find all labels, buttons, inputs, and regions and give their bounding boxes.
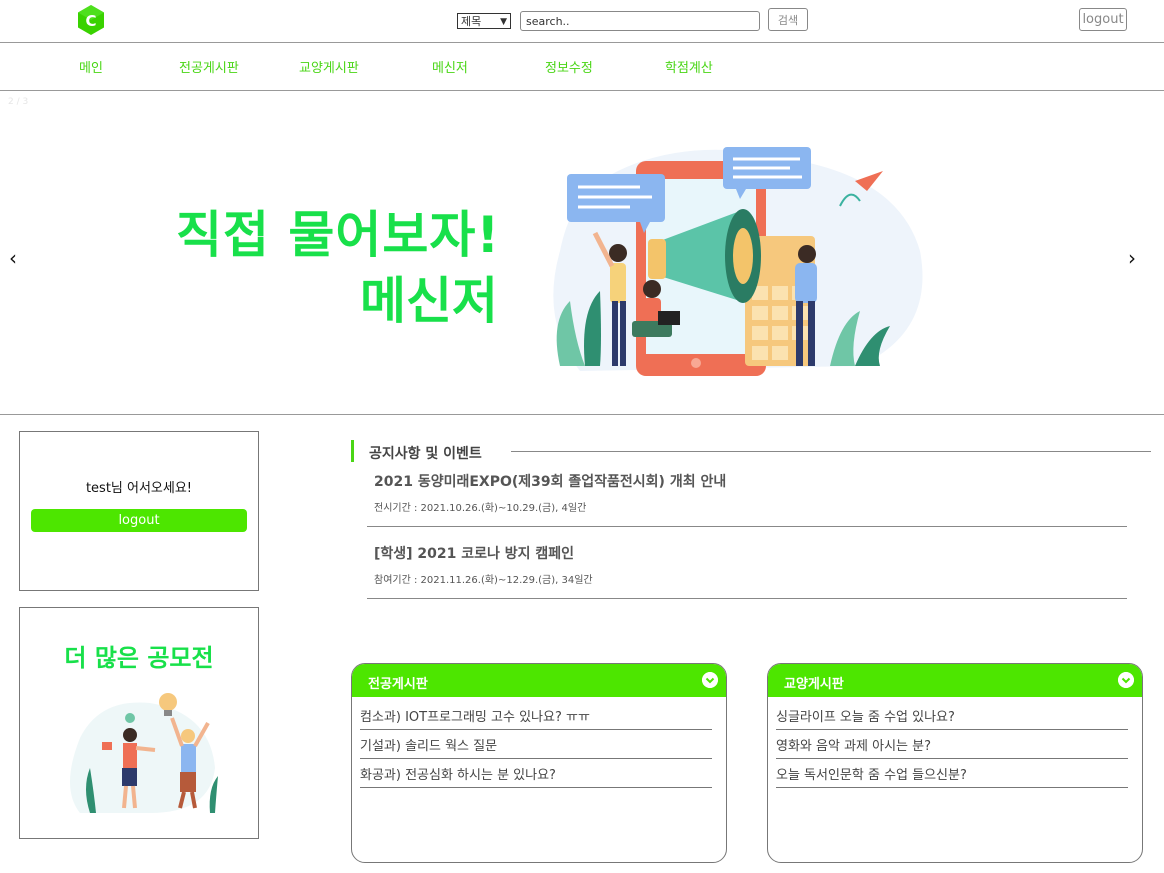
list-item[interactable]: 오늘 독서인문학 줌 수업 들으신분? (776, 759, 1128, 788)
major-board-panel: 전공게시판 컴소과) IOT프로그래밍 고수 있나요? ㅠㅠ 기설과) 솔리드 … (351, 663, 727, 863)
contest-banner[interactable]: 더 많은 공모전 (19, 607, 259, 839)
logo-icon[interactable]: C (76, 4, 106, 36)
list-item[interactable]: 싱글라이프 오늘 줌 수업 있나요? (776, 701, 1128, 730)
nav-item-major-board[interactable]: 전공게시판 (179, 57, 239, 76)
chevron-down-icon[interactable] (702, 672, 718, 688)
nav-item-grade-calc[interactable]: 학점계산 (665, 57, 713, 76)
chevron-down-icon[interactable] (1118, 672, 1134, 688)
liberal-board-title[interactable]: 교양게시판 (784, 673, 844, 692)
nav-item-liberal-board[interactable]: 교양게시판 (299, 57, 359, 76)
slide-counter: 2 / 3 (8, 97, 29, 107)
contest-title: 더 많은 공모전 (64, 644, 214, 672)
notice-item-period: 전시기간 : 2021.10.26.(화)~10.29.(금), 4일간 (374, 503, 587, 514)
notice-divider (511, 451, 1151, 452)
banner-subheadline: 메신저 (360, 272, 498, 330)
list-item[interactable]: 영화와 음악 과제 아시는 분? (776, 730, 1128, 759)
list-item[interactable]: 화공과) 전공심화 하시는 분 있나요? (360, 759, 712, 788)
header: C 제목 ▼ 검색 logout (0, 0, 1164, 43)
liberal-board-panel: 교양게시판 싱글라이프 오늘 줌 수업 있나요? 영화와 음악 과제 아시는 분… (767, 663, 1143, 863)
banner-carousel: 2 / 3 ‹ › 직접 물어보자! 메신저 (0, 91, 1164, 415)
search-type-select[interactable]: 제목 ▼ (457, 13, 511, 29)
chevron-down-icon: ▼ (500, 17, 507, 27)
notice-accent-bar (351, 440, 354, 462)
notice-item-title[interactable]: [학생] 2021 코로나 방지 캠페인 (374, 543, 574, 563)
carousel-prev-arrow-icon[interactable]: ‹ (9, 246, 17, 270)
search-input[interactable] (520, 11, 760, 31)
liberal-board-list: 싱글라이프 오늘 줌 수업 있나요? 영화와 음악 과제 아시는 분? 오늘 독… (776, 701, 1128, 788)
welcome-logout-button[interactable]: logout (31, 509, 247, 532)
svg-text:C: C (85, 12, 96, 30)
nav-item-profile-edit[interactable]: 정보수정 (545, 57, 593, 76)
notice-item[interactable]: 2021 동양미래EXPO(제39회 졸업작품전시회) 개최 안내 전시기간 :… (367, 465, 1127, 527)
notice-item-period: 참여기간 : 2021.11.26.(화)~12.29.(금), 34일간 (374, 575, 593, 586)
notice-item-title[interactable]: 2021 동양미래EXPO(제39회 졸업작품전시회) 개최 안내 (374, 471, 726, 491)
liberal-board-header: 교양게시판 (768, 664, 1142, 697)
nav-item-messenger[interactable]: 메신저 (432, 57, 468, 76)
welcome-box: test님 어서오세요! logout (19, 431, 259, 591)
nav-item-main[interactable]: 메인 (79, 57, 103, 76)
notice-section-title: 공지사항 및 이벤트 (369, 446, 482, 462)
contest-illustration (70, 693, 218, 813)
list-item[interactable]: 컴소과) IOT프로그래밍 고수 있나요? ㅠㅠ (360, 701, 712, 730)
major-board-title[interactable]: 전공게시판 (368, 673, 428, 692)
major-board-list: 컴소과) IOT프로그래밍 고수 있나요? ㅠㅠ 기설과) 솔리드 웍스 질문 … (360, 701, 712, 788)
megaphone-illustration (553, 147, 923, 376)
list-item[interactable]: 기설과) 솔리드 웍스 질문 (360, 730, 712, 759)
welcome-message: test님 어서오세요! (85, 481, 193, 496)
search-button[interactable]: 검색 (768, 8, 808, 31)
major-board-header: 전공게시판 (352, 664, 726, 697)
banner-headline: 직접 물어보자! (176, 206, 501, 264)
carousel-next-arrow-icon[interactable]: › (1128, 246, 1136, 270)
main-nav: 메인 전공게시판 교양게시판 메신저 정보수정 학점계산 (0, 43, 1164, 91)
notice-item[interactable]: [학생] 2021 코로나 방지 캠페인 참여기간 : 2021.11.26.(… (367, 537, 1127, 599)
search-type-value: 제목 (461, 15, 482, 28)
logout-button[interactable]: logout (1079, 8, 1127, 31)
